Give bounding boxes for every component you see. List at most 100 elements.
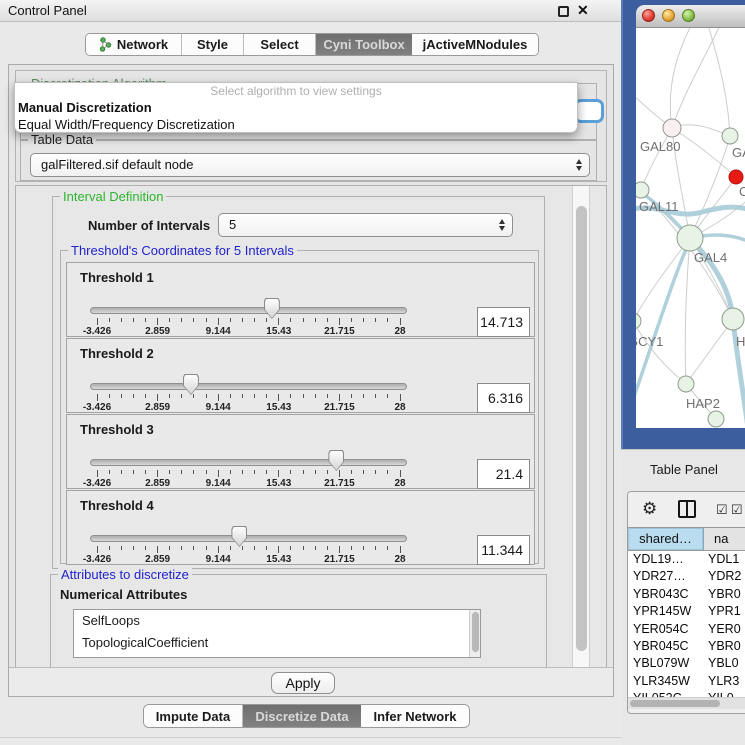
tick-mark — [109, 546, 110, 550]
threshold-value-field[interactable]: 6.316 — [477, 383, 530, 413]
table-row[interactable]: YBR043CYBR0 — [628, 586, 745, 603]
tab-label: Network — [117, 37, 168, 52]
checkbox-icon[interactable]: ☑ — [731, 502, 743, 518]
slider-handle[interactable] — [231, 526, 247, 547]
slider-track[interactable] — [90, 535, 407, 542]
dropdown-option[interactable]: Manual Discretization — [15, 99, 577, 116]
network-node[interactable] — [678, 376, 694, 392]
tick-mark — [181, 318, 182, 322]
network-node[interactable] — [663, 119, 681, 137]
table-data-value: galFiltered.sif default node — [41, 157, 193, 172]
cell-shared-name: YDL19… — [628, 551, 704, 568]
panel-scrollbar[interactable] — [572, 186, 590, 668]
tab-jactivemnodules[interactable]: jActiveMNodules — [412, 34, 538, 55]
tab-network[interactable]: Network — [86, 34, 182, 55]
scrollbar-thumb[interactable] — [630, 700, 720, 707]
tab-label: Cyni Toolbox — [323, 37, 404, 52]
settings-scrollpanel: Interval Definition Number of Intervals … — [15, 185, 607, 669]
tick-mark — [278, 394, 279, 401]
attribute-list-item[interactable]: TopologicalCoefficient — [74, 632, 480, 654]
tick-mark — [400, 318, 401, 325]
table-row[interactable]: YIL052CYIL0 — [628, 690, 745, 697]
tick-mark — [97, 394, 98, 401]
network-node[interactable] — [729, 170, 743, 184]
slider-track[interactable] — [90, 383, 407, 390]
network-canvas[interactable]: GAL80GACGAL11GAL4GCY1HHAP2 — [636, 28, 745, 428]
network-node[interactable] — [636, 182, 649, 198]
attribute-list-item[interactable]: BetweennessCentrality — [74, 654, 480, 658]
tick-label: 28 — [370, 554, 430, 565]
checkbox-icon[interactable]: ☑ — [716, 502, 728, 518]
gear-icon[interactable]: ⚙ — [642, 499, 657, 519]
threshold-value-field[interactable]: 14.713 — [477, 307, 530, 337]
column-header-shared[interactable]: shared… — [628, 528, 704, 550]
tick-mark — [315, 318, 316, 322]
float-window-icon[interactable] — [558, 6, 569, 17]
table-row[interactable]: YBL079WYBL0 — [628, 655, 745, 672]
attributes-group-title: Attributes to discretize — [58, 567, 192, 582]
tick-mark — [121, 546, 122, 550]
tick-mark — [230, 546, 231, 550]
table-panel-title: Table Panel — [650, 462, 718, 477]
threshold-value-field[interactable]: 11.344 — [477, 535, 530, 565]
network-node[interactable] — [722, 308, 744, 330]
tick-mark — [145, 394, 146, 398]
tab-style[interactable]: Style — [182, 34, 244, 55]
network-window[interactable]: GAL80GACGAL11GAL4GCY1HHAP2 — [636, 5, 745, 428]
tick-mark — [387, 318, 388, 322]
attribute-list-item[interactable]: SelfLoops — [74, 610, 480, 632]
dropdown-options: Manual DiscretizationEqual Width/Frequen… — [15, 99, 577, 133]
tab-cyni-toolbox[interactable]: Cyni Toolbox — [316, 34, 412, 55]
close-icon[interactable]: ✕ — [577, 2, 589, 19]
tab-impute-data[interactable]: Impute Data — [144, 705, 243, 727]
network-node[interactable] — [636, 313, 641, 329]
tick-mark — [230, 318, 231, 322]
slider-track[interactable] — [90, 459, 407, 466]
tick-mark — [266, 394, 267, 398]
tick-mark — [181, 394, 182, 398]
slider-track[interactable] — [90, 307, 407, 314]
tick-mark — [266, 318, 267, 322]
close-traffic-light-icon[interactable] — [642, 9, 655, 22]
table-row[interactable]: YBR045CYBR0 — [628, 638, 745, 655]
network-node[interactable] — [708, 411, 724, 427]
table-data-group-title: Table Data — [28, 132, 96, 147]
slider-handle[interactable] — [328, 450, 344, 471]
node-label: GA — [732, 145, 745, 160]
network-node[interactable] — [677, 225, 703, 251]
horizontal-scrollbar[interactable] — [628, 697, 745, 709]
threshold-value-field[interactable]: 21.4 — [477, 459, 530, 489]
scrollbar-thumb[interactable] — [576, 206, 587, 651]
tick-label: 21.715 — [309, 402, 369, 413]
columns-icon[interactable] — [678, 500, 696, 518]
list-scrollbar[interactable] — [469, 610, 480, 657]
tab-infer-network[interactable]: Infer Network — [361, 705, 469, 727]
table-row[interactable]: YLR345WYLR3 — [628, 673, 745, 690]
table-row[interactable]: YPR145WYPR1 — [628, 603, 745, 620]
zoom-traffic-light-icon[interactable] — [682, 9, 695, 22]
minimize-traffic-light-icon[interactable] — [662, 9, 675, 22]
cell-shared-name: YLR345W — [628, 673, 704, 690]
num-intervals-combobox[interactable]: 5 — [218, 213, 513, 237]
cell-shared-name: YDR27… — [628, 568, 704, 585]
table-row[interactable]: YDR27…YDR2 — [628, 568, 745, 585]
tick-mark — [303, 546, 304, 550]
algorithm-combobox[interactable] — [574, 99, 604, 123]
table-row[interactable]: YDL19…YDL1 — [628, 551, 745, 568]
network-node[interactable] — [722, 128, 738, 144]
tick-mark — [303, 470, 304, 474]
slider-handle[interactable] — [183, 374, 199, 395]
tick-mark — [218, 394, 219, 401]
tick-mark — [315, 394, 316, 398]
tick-mark — [254, 318, 255, 322]
dropdown-option[interactable]: Equal Width/Frequency Discretization — [15, 116, 577, 133]
slider-handle[interactable] — [264, 298, 280, 319]
tab-select[interactable]: Select — [244, 34, 316, 55]
table-row[interactable]: YER054CYER0 — [628, 621, 745, 638]
apply-button[interactable]: Apply — [271, 672, 335, 694]
table-data-combobox[interactable]: galFiltered.sif default node — [30, 153, 590, 177]
column-header-name[interactable]: na — [704, 528, 745, 550]
tab-discretize-data[interactable]: Discretize Data — [243, 705, 361, 727]
threshold-label: Threshold 2 — [80, 346, 154, 361]
attributes-listbox[interactable]: SelfLoopsTopologicalCoefficientBetweenne… — [73, 609, 481, 658]
